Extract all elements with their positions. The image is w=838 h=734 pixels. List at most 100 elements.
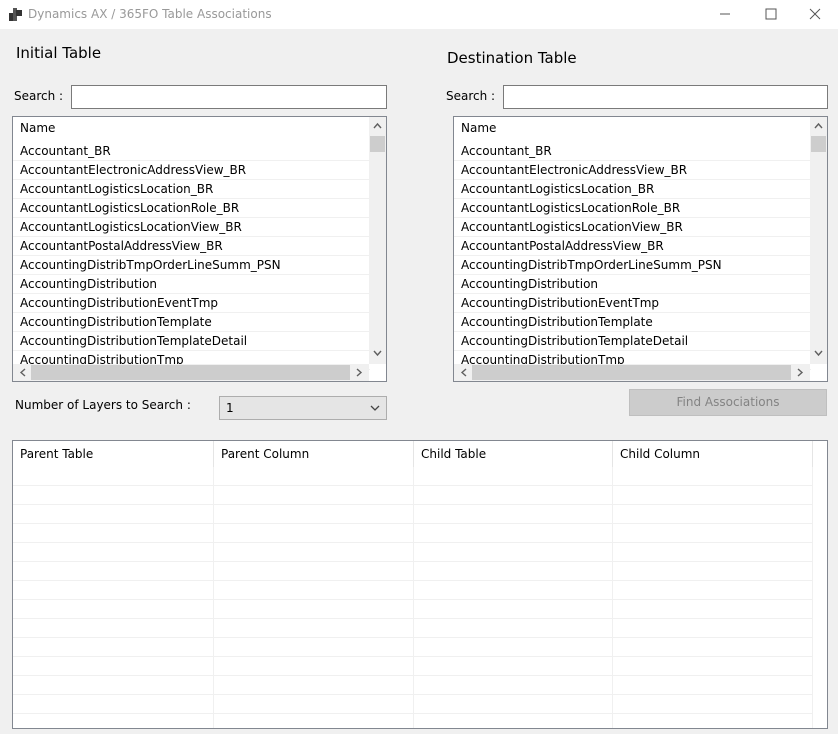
destination-list-item[interactable]: AccountingDistribTmpOrderLineSumm_PSN <box>454 256 811 275</box>
grid-column-header[interactable]: Child Column <box>613 441 813 467</box>
grid-cell <box>214 638 414 657</box>
initial-list-item[interactable]: AccountingDistributionTemplate <box>13 313 370 332</box>
grid-cell <box>414 524 613 543</box>
scroll-left-arrow-icon[interactable] <box>19 368 26 377</box>
grid-cell <box>214 543 414 562</box>
destination-list-item[interactable]: AccountingDistributionEventTmp <box>454 294 811 313</box>
scroll-left-arrow-icon[interactable] <box>460 368 467 377</box>
grid-empty-row <box>13 486 813 505</box>
grid-cell <box>13 562 214 581</box>
grid-column-header[interactable]: Parent Table <box>13 441 214 467</box>
destination-list-item[interactable]: AccountantLogisticsLocationRole_BR <box>454 199 811 218</box>
grid-cell <box>13 638 214 657</box>
initial-list-item[interactable]: AccountingDistributionEventTmp <box>13 294 370 313</box>
layers-label: Number of Layers to Search : <box>15 398 191 412</box>
grid-cell <box>613 581 813 600</box>
grid-cell <box>414 657 613 676</box>
initial-list-item[interactable]: AccountantElectronicAddressView_BR <box>13 161 370 180</box>
app-icon <box>9 8 22 21</box>
scroll-up-arrow-icon[interactable] <box>814 122 823 129</box>
initial-search-input[interactable] <box>71 85 387 109</box>
destination-search-input[interactable] <box>503 85 828 109</box>
grid-cell <box>214 562 414 581</box>
initial-list-item[interactable]: AccountingDistribution <box>13 275 370 294</box>
initial-list-item[interactable]: AccountantLogisticsLocation_BR <box>13 180 370 199</box>
destination-vertical-scrollbar[interactable] <box>810 117 827 364</box>
destination-list-item[interactable]: AccountantElectronicAddressView_BR <box>454 161 811 180</box>
grid-empty-row <box>13 505 813 524</box>
minimize-button[interactable] <box>702 0 748 29</box>
grid-cell <box>13 676 214 695</box>
initial-vertical-scrollbar[interactable] <box>369 117 386 364</box>
grid-cell <box>214 619 414 638</box>
initial-list-item[interactable]: Accountant_BR <box>13 142 370 161</box>
layers-dropdown[interactable]: 1 <box>219 396 387 420</box>
find-associations-button[interactable]: Find Associations <box>629 389 827 416</box>
initial-list-item[interactable]: AccountingDistributionTemplateDetail <box>13 332 370 351</box>
grid-cell <box>414 695 613 714</box>
grid-cell <box>414 600 613 619</box>
destination-list-item[interactable]: AccountingDistribution <box>454 275 811 294</box>
grid-cell <box>613 486 813 505</box>
grid-empty-row <box>13 657 813 676</box>
destination-list-item[interactable]: Accountant_BR <box>454 142 811 161</box>
initial-search-label: Search : <box>14 89 64 103</box>
destination-list-item[interactable]: AccountantPostalAddressView_BR <box>454 237 811 256</box>
close-button[interactable] <box>792 0 838 29</box>
grid-column-header[interactable]: Child Table <box>414 441 613 467</box>
initial-list-item[interactable]: AccountantLogisticsLocationView_BR <box>13 218 370 237</box>
grid-cell <box>613 619 813 638</box>
initial-list-header: Name <box>13 117 370 139</box>
grid-cell <box>214 524 414 543</box>
grid-cell <box>13 619 214 638</box>
destination-horizontal-scrollbar[interactable] <box>454 364 810 381</box>
grid-cell <box>414 714 613 728</box>
initial-horizontal-scrollbar[interactable] <box>13 364 369 381</box>
initial-list-item[interactable]: AccountantPostalAddressView_BR <box>13 237 370 256</box>
associations-grid[interactable]: Parent Table Parent Column Child Table Chil… <box>12 440 828 729</box>
grid-cell <box>613 562 813 581</box>
maximize-icon <box>765 8 777 20</box>
grid-column-header[interactable]: Parent Column <box>214 441 414 467</box>
grid-cell <box>613 543 813 562</box>
grid-empty-row <box>13 714 813 728</box>
destination-vertical-scroll-thumb[interactable] <box>811 136 826 152</box>
grid-cell <box>414 581 613 600</box>
initial-list-item[interactable]: AccountantLogisticsLocationRole_BR <box>13 199 370 218</box>
grid-empty-row <box>13 467 813 486</box>
scroll-up-arrow-icon[interactable] <box>373 122 382 129</box>
scroll-right-arrow-icon[interactable] <box>797 368 804 377</box>
destination-list-item[interactable]: AccountantLogisticsLocation_BR <box>454 180 811 199</box>
grid-empty-row <box>13 543 813 562</box>
destination-horizontal-scroll-thumb[interactable] <box>472 365 791 380</box>
grid-cell <box>13 524 214 543</box>
destination-search-label: Search : <box>446 89 496 103</box>
scroll-right-arrow-icon[interactable] <box>356 368 363 377</box>
grid-cell <box>13 486 214 505</box>
initial-horizontal-scroll-thumb[interactable] <box>31 365 350 380</box>
maximize-button[interactable] <box>748 0 794 29</box>
initial-list-item[interactable]: AccountingDistribTmpOrderLineSumm_PSN <box>13 256 370 275</box>
grid-cell <box>613 600 813 619</box>
destination-table-heading: Destination Table <box>447 49 577 67</box>
destination-list-item[interactable]: AccountingDistributionTemplate <box>454 313 811 332</box>
grid-cell <box>214 676 414 695</box>
grid-body <box>13 467 813 728</box>
chevron-down-icon <box>370 405 380 411</box>
grid-cell <box>613 638 813 657</box>
grid-cell <box>214 657 414 676</box>
grid-cell <box>13 695 214 714</box>
destination-table-list[interactable]: Name Accountant_BR AccountantElectronicAd… <box>453 116 828 382</box>
grid-cell <box>414 638 613 657</box>
scroll-down-arrow-icon[interactable] <box>373 350 382 357</box>
scroll-down-arrow-icon[interactable] <box>814 350 823 357</box>
grid-empty-row <box>13 695 813 714</box>
initial-list-rows: Accountant_BR AccountantElectronicAddress… <box>13 142 370 370</box>
destination-list-item[interactable]: AccountantLogisticsLocationView_BR <box>454 218 811 237</box>
initial-table-list[interactable]: Name Accountant_BR AccountantElectronicAd… <box>12 116 387 382</box>
destination-list-item[interactable]: AccountingDistributionTemplateDetail <box>454 332 811 351</box>
grid-cell <box>613 524 813 543</box>
grid-cell <box>214 581 414 600</box>
grid-cell <box>613 714 813 728</box>
initial-vertical-scroll-thumb[interactable] <box>370 136 385 152</box>
